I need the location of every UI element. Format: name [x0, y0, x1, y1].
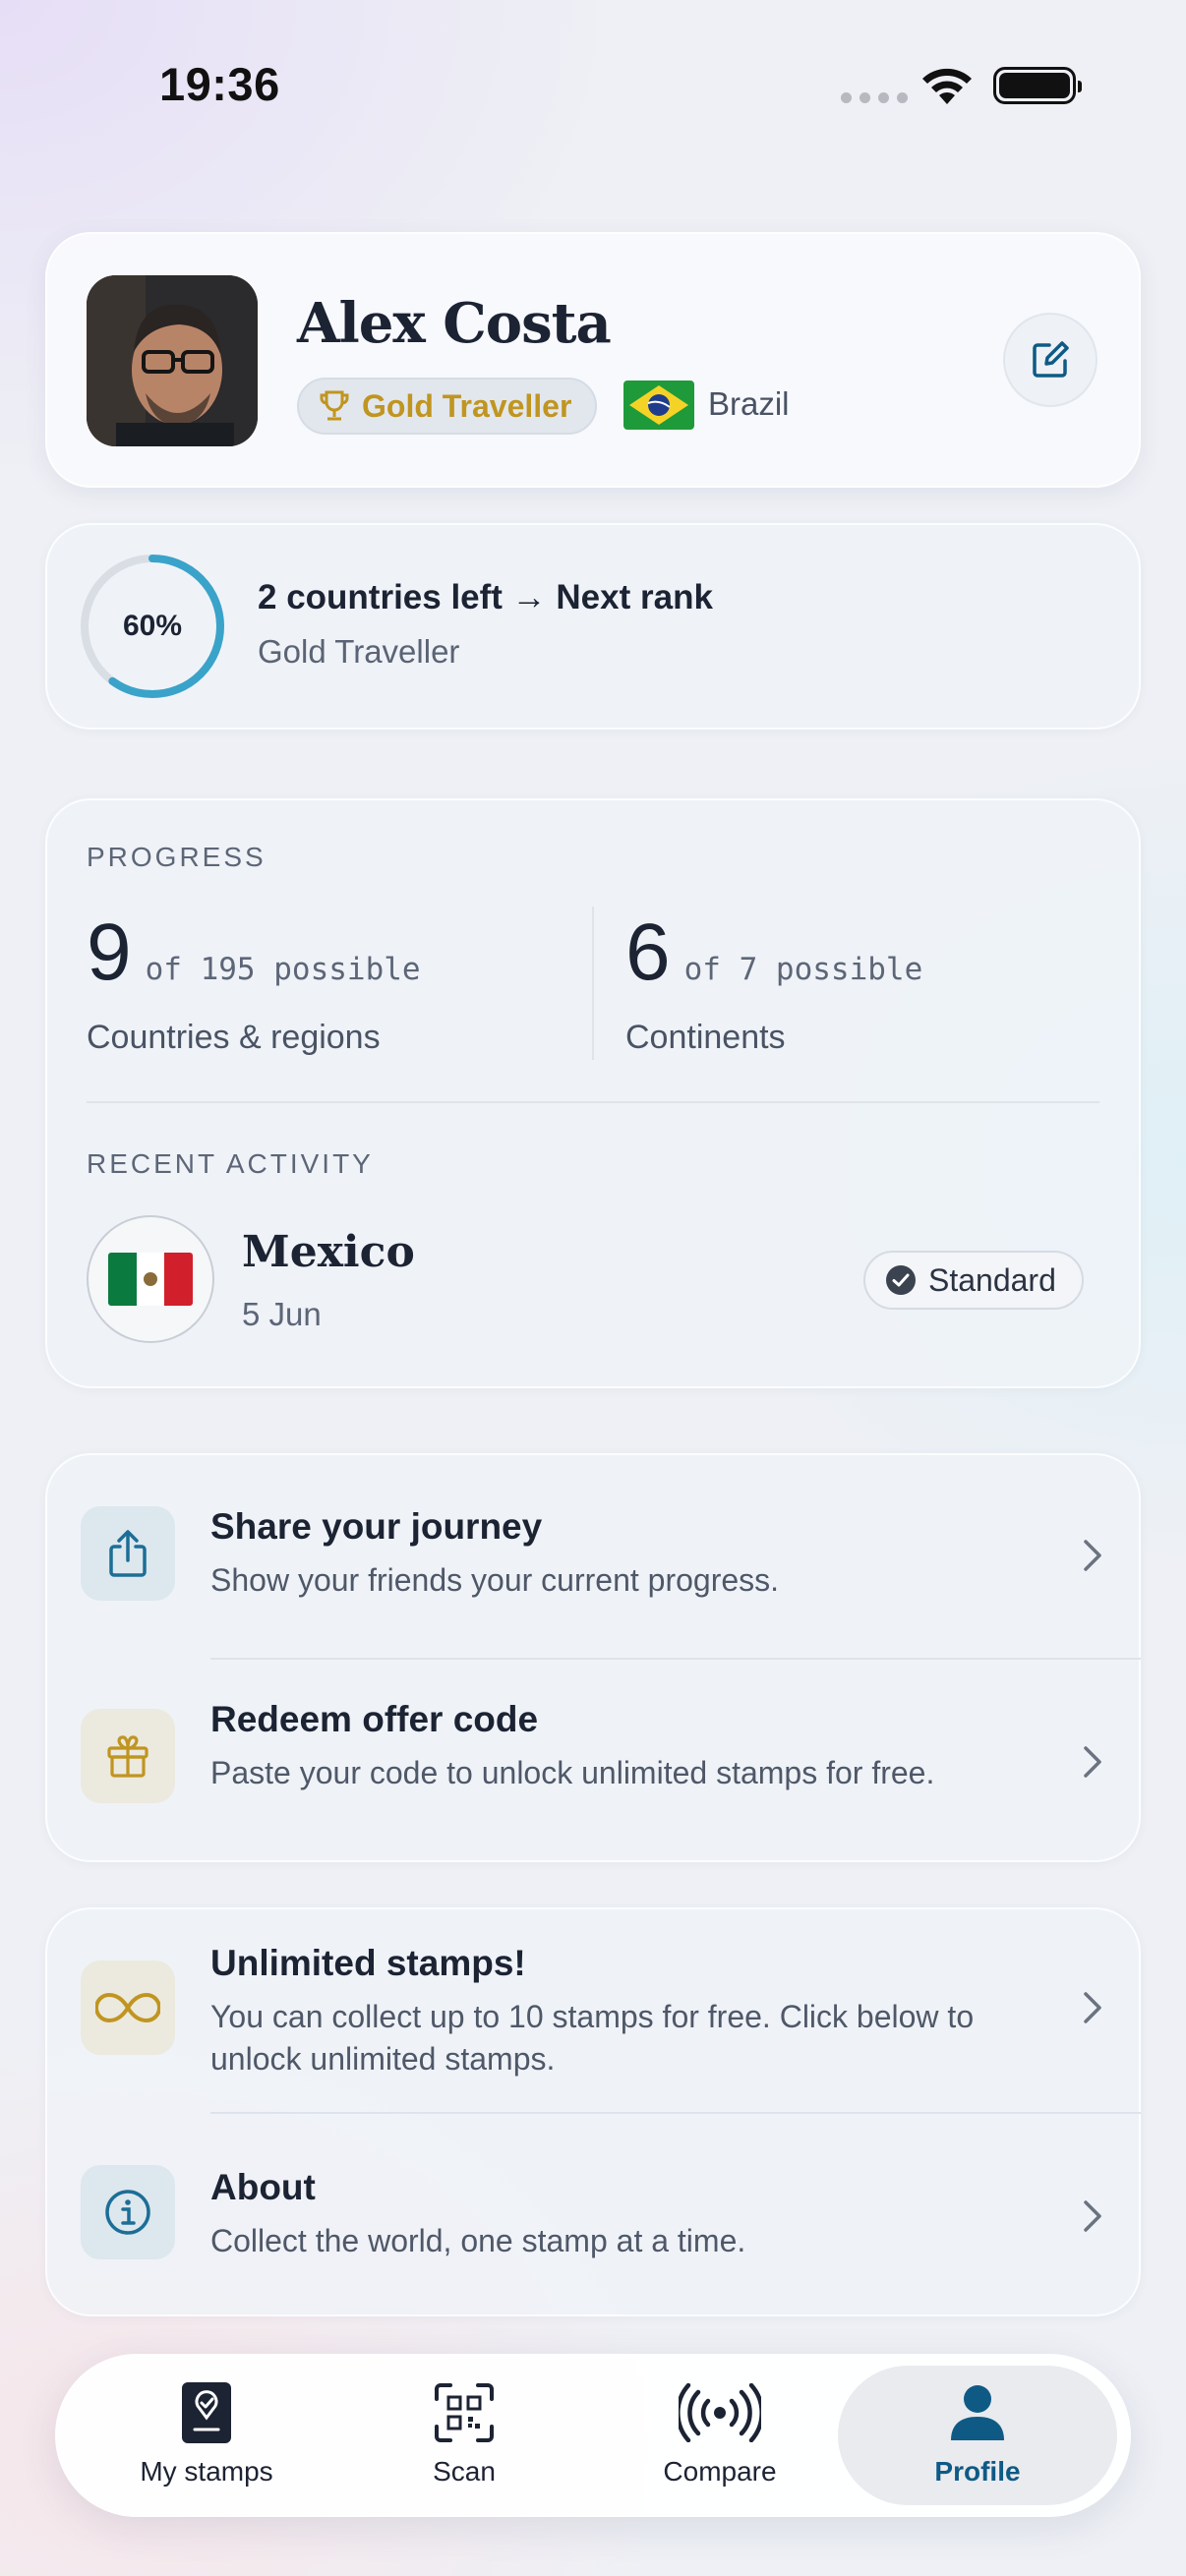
avatar: [87, 275, 258, 446]
stats-divider: [592, 907, 594, 1060]
redeem-code-row[interactable]: Redeem offer code Paste your code to unl…: [45, 1660, 1141, 1862]
share-journey-row[interactable]: Share your journey Show your friends you…: [45, 1453, 1141, 1656]
broadcast-icon: [679, 2383, 761, 2442]
share-journey-title: Share your journey: [210, 1506, 543, 1547]
chevron-right-icon: [1084, 1992, 1101, 2023]
gift-icon: [107, 1735, 148, 1778]
tab-label: Profile: [934, 2456, 1021, 2487]
tab-my-stamps[interactable]: My stamps: [98, 2379, 315, 2488]
qr-scan-icon: [435, 2383, 494, 2442]
chevron-right-icon: [1084, 1746, 1101, 1778]
redeem-code-title: Redeem offer code: [210, 1699, 539, 1739]
edit-icon: [1033, 341, 1069, 378]
continents-possible: of 7 possible: [683, 952, 923, 987]
infinity-icon-tile: [81, 1961, 175, 2055]
about-title: About: [210, 2167, 316, 2207]
countries-stat: 9 of 195 possible: [87, 907, 421, 999]
divider: [87, 1101, 1099, 1103]
passport-icon: [182, 2382, 231, 2443]
rank-progress-percent: 60%: [122, 610, 183, 642]
countries-label: Countries & regions: [87, 1019, 381, 1056]
status-time: 19:36: [159, 58, 280, 110]
info-icon: [105, 2190, 150, 2235]
chevron-right-icon: [1084, 1540, 1101, 1571]
gift-icon-tile: [81, 1709, 175, 1803]
tab-profile[interactable]: Profile: [869, 2379, 1086, 2488]
rank-progress-subtitle: Gold Traveller: [258, 633, 460, 670]
countries-possible: of 195 possible: [145, 952, 421, 987]
countries-count: 9: [87, 907, 132, 997]
wifi-icon: [922, 68, 972, 104]
tab-label: Scan: [433, 2456, 496, 2487]
person-icon: [951, 2385, 1004, 2440]
tab-label: Compare: [663, 2456, 777, 2487]
progress-section-label: PROGRESS: [87, 842, 267, 872]
recent-date: 5 Jun: [242, 1296, 322, 1332]
edit-profile-button[interactable]: [1003, 313, 1097, 407]
unlimited-stamps-title: Unlimited stamps!: [210, 1943, 526, 1983]
info-icon-tile: [81, 2165, 175, 2259]
mexico-flag-icon: [87, 1215, 214, 1343]
cellular-signal-icon: [841, 92, 908, 103]
tab-scan[interactable]: Scan: [356, 2379, 572, 2488]
continents-stat: 6 of 7 possible: [625, 907, 922, 999]
stamp-type-label: Standard: [928, 1261, 1056, 1298]
recent-activity-label: RECENT ACTIVITY: [87, 1148, 374, 1179]
rank-badge-label: Gold Traveller: [362, 387, 572, 424]
redeem-code-subtitle: Paste your code to unlock unlimited stam…: [210, 1755, 935, 1790]
battery-icon: [993, 67, 1082, 104]
about-row[interactable]: About Collect the world, one stamp at a …: [45, 2114, 1141, 2316]
continents-count: 6: [625, 907, 671, 997]
chevron-right-icon: [1084, 2200, 1101, 2232]
brazil-flag-icon: [623, 381, 694, 430]
recent-country[interactable]: Mexico: [242, 1227, 415, 1277]
trophy-icon: [320, 390, 349, 421]
profile-country: Brazil: [708, 385, 790, 422]
stamp-type-badge: Standard: [863, 1251, 1084, 1310]
rank-badge[interactable]: Gold Traveller: [297, 378, 598, 435]
share-icon-tile: [81, 1506, 175, 1601]
profile-name: Alex Costa: [297, 291, 612, 356]
rank-progress-title: 2 countries left → Next rank: [258, 578, 713, 616]
tab-compare[interactable]: Compare: [612, 2379, 828, 2488]
check-circle-icon: [886, 1265, 916, 1295]
unlimited-stamps-subtitle: You can collect up to 10 stamps for free…: [210, 1999, 975, 2077]
tab-label: My stamps: [140, 2456, 273, 2487]
infinity-icon: [95, 1992, 160, 2023]
continents-label: Continents: [625, 1019, 786, 1056]
share-journey-subtitle: Show your friends your current progress.: [210, 1562, 780, 1598]
share-icon: [109, 1530, 147, 1577]
unlimited-stamps-row[interactable]: Unlimited stamps! You can collect up to …: [45, 1907, 1141, 2110]
about-subtitle: Collect the world, one stamp at a time.: [210, 2223, 746, 2258]
